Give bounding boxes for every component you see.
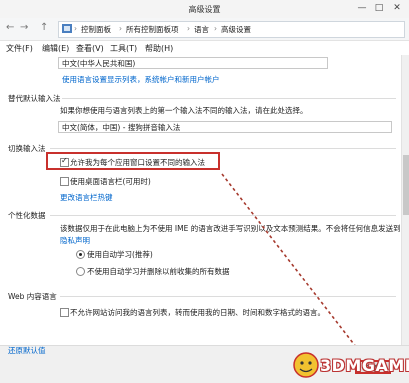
- restore-defaults-link[interactable]: 还原默认值: [8, 345, 46, 356]
- annotation-arrow: [221, 173, 364, 359]
- watermark-text: 3DMGAME: [320, 356, 409, 375]
